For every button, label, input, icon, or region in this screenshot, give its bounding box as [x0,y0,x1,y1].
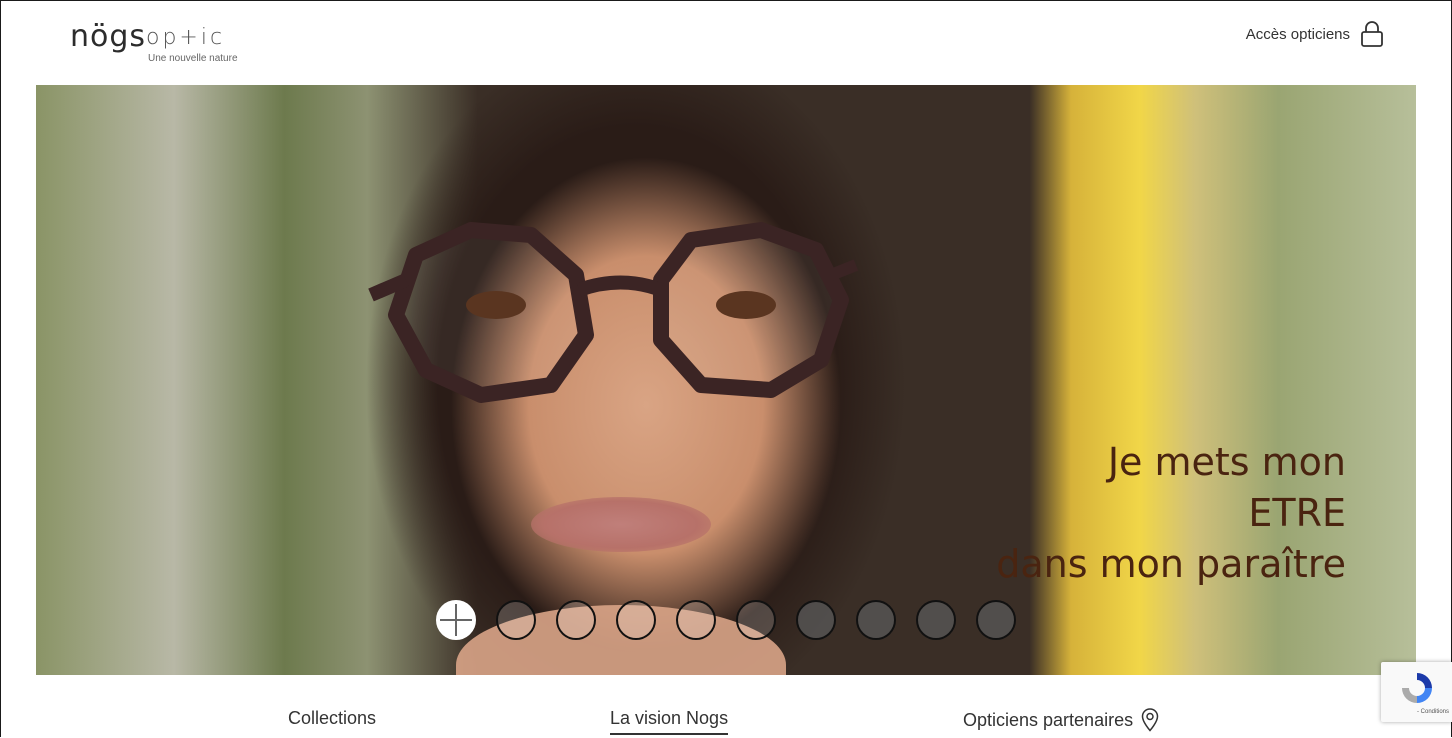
optician-access-link[interactable]: Accès opticiens [1246,18,1384,50]
nav-item-la-vision-nogs[interactable]: La vision Nogs [610,708,729,735]
carousel-dot-1[interactable] [436,600,476,640]
nav-item-label: Collections [288,708,377,728]
hero-banner: Je mets mon ETRE dans mon paraître [36,85,1416,675]
carousel-dot-3[interactable] [556,600,596,640]
main-navigation: Collections La vision Nogs Opticiens par… [0,706,1452,738]
nav-item-label: Opticiens partenaires [963,709,1134,730]
nav-item-collections[interactable]: Collections [288,708,376,729]
carousel-dot-10[interactable] [976,600,1016,640]
glasses-illustration [368,222,859,403]
carousel-dot-7[interactable] [796,600,836,640]
carousel-pagination [436,600,1016,640]
carousel-dot-4[interactable] [616,600,656,640]
carousel-dot-6[interactable] [736,600,776,640]
hero-headline-line-2: ETRE [1248,491,1346,535]
logo-product-text: op+ic [146,25,226,50]
carousel-dot-8[interactable] [856,600,896,640]
recaptcha-links[interactable]: - Conditions [1417,709,1449,715]
carousel-dot-5[interactable] [676,600,716,640]
hero-headline-line-1: Je mets mon [1107,440,1346,484]
recaptcha-badge[interactable]: - Conditions [1381,662,1452,722]
nav-item-label: La vision Nogs [610,708,729,728]
logo-tagline: Une nouvelle nature [148,53,238,64]
map-pin-icon [1141,708,1159,732]
optician-access-label: Accès opticiens [1245,25,1350,43]
hero-photo-lips [531,497,711,552]
lock-icon [1360,20,1384,48]
hero-headline-line-3: dans mon paraître [996,542,1346,586]
brand-logo[interactable]: nögs op+ic Une nouvelle nature [70,18,240,68]
hero-headline: Je mets mon ETRE dans mon paraître [996,437,1346,590]
nav-item-opticiens-partenaires[interactable]: Opticiens partenaires [963,708,1159,732]
carousel-dot-9[interactable] [916,600,956,640]
logo-brand-text: nögs [70,19,147,54]
recaptcha-icon [1402,673,1432,703]
carousel-dot-2[interactable] [496,600,536,640]
